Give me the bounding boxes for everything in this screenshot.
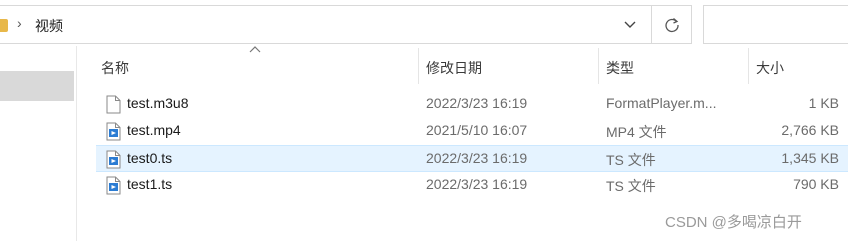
file-date: 2022/3/23 16:19 [426,176,528,192]
sort-ascending-icon [249,46,261,53]
column-header-date[interactable]: 修改日期 [426,58,482,80]
watermark: CSDN @多喝凉白开 [665,214,802,231]
file-size: 2,766 KB [781,122,839,138]
column-separator[interactable] [418,48,419,84]
file-name: test0.ts [127,150,173,166]
media-file-icon [106,150,121,172]
file-row[interactable]: test.mp4 2021/5/10 16:07 MP4 文件 2,766 KB [96,118,848,145]
folder-icon [0,19,8,32]
file-row[interactable]: test1.ts 2022/3/23 16:19 TS 文件 790 KB [96,172,848,199]
file-date: 2022/3/23 16:19 [426,95,528,111]
file-type: MP4 文件 [606,124,667,140]
file-size: 1,345 KB [781,150,839,166]
file-date: 2022/3/23 16:19 [426,150,528,166]
media-file-icon [106,122,121,144]
file-type: FormatPlayer.m... [606,95,717,111]
column-separator[interactable] [748,48,749,84]
file-name: test.m3u8 [127,95,189,111]
chevron-down-icon [624,21,636,28]
column-header-name[interactable]: 名称 [101,58,129,80]
file-type: TS 文件 [606,178,656,194]
search-input[interactable] [703,5,848,44]
column-header-size[interactable]: 大小 [756,58,784,80]
refresh-icon [664,17,679,32]
pane-divider[interactable] [76,46,77,241]
file-size: 790 KB [793,176,839,192]
file-row[interactable]: test.m3u8 2022/3/23 16:19 FormatPlayer.m… [96,91,848,118]
address-dropdown-button[interactable] [617,15,643,35]
file-name: test1.ts [127,176,173,192]
blank-file-icon [106,95,121,117]
refresh-button[interactable] [652,5,692,44]
file-row-selected[interactable]: test0.ts 2022/3/23 16:19 TS 文件 1,345 KB [96,145,848,172]
chevron-right-icon[interactable]: › [17,15,22,31]
nav-item-selected[interactable] [0,71,74,101]
column-header-type[interactable]: 类型 [606,58,634,80]
file-date: 2021/5/10 16:07 [426,122,528,138]
file-type: TS 文件 [606,152,656,168]
breadcrumb-current[interactable]: 视频 [35,16,63,36]
column-separator[interactable] [598,48,599,84]
file-name: test.mp4 [127,122,181,138]
file-size: 1 KB [808,95,839,111]
media-file-icon [106,176,121,198]
address-bar[interactable]: › 视频 [0,5,652,44]
